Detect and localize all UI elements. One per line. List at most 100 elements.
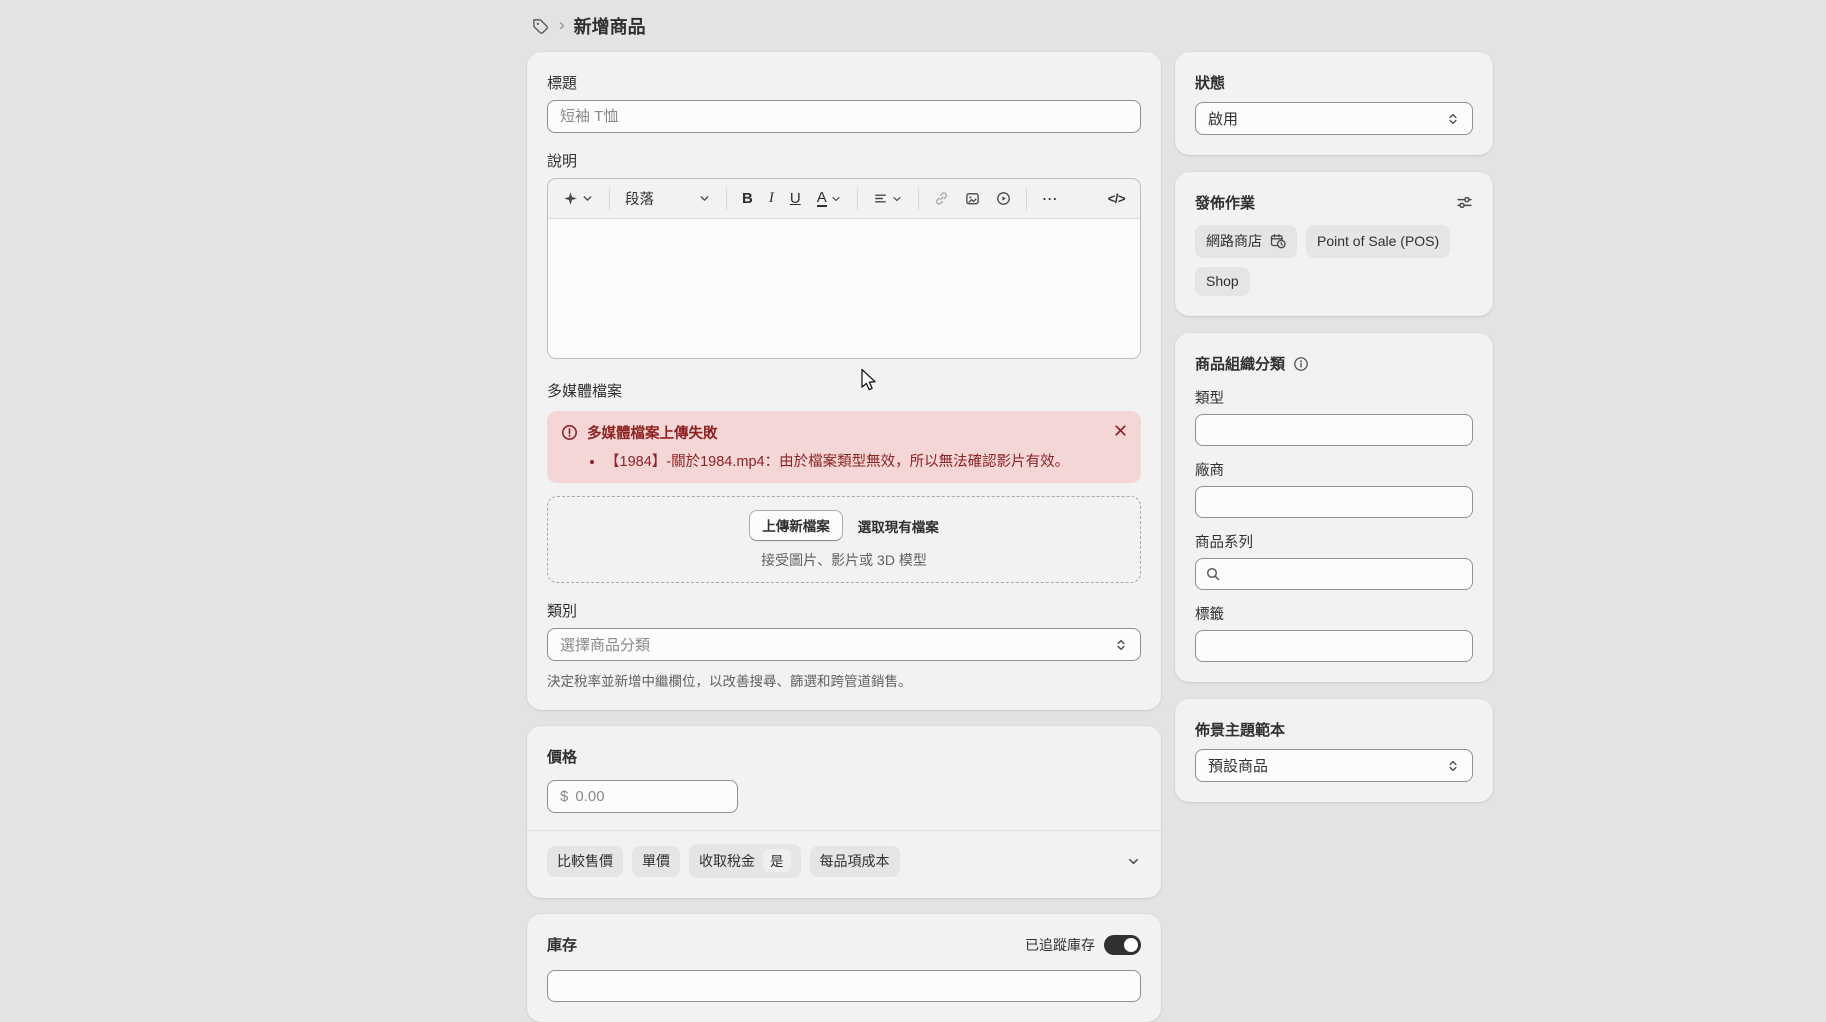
publishing-heading: 發佈作業	[1195, 192, 1255, 213]
chevron-down-icon[interactable]	[1126, 854, 1141, 869]
text-color-label: A	[817, 190, 827, 208]
alert-circle-icon	[561, 424, 578, 441]
status-value: 啟用	[1208, 108, 1238, 129]
more-options-button[interactable]: ⋯	[1037, 185, 1064, 213]
organization-card: 商品組織分類 類型 廠商 商品系列 標籤	[1175, 333, 1493, 682]
insert-video-button[interactable]	[991, 187, 1016, 210]
category-select[interactable]: 選擇商品分類	[547, 628, 1141, 661]
info-icon[interactable]	[1293, 356, 1309, 372]
tag-icon[interactable]	[531, 17, 550, 36]
media-upload-error-banner: 多媒體檔案上傳失敗 【1984】-關於1984.mp4：由於檔案類型無效，所以無…	[547, 411, 1141, 483]
status-select[interactable]: 啟用	[1195, 102, 1473, 135]
main-column: 標題 說明 段落 B I U A	[527, 52, 1161, 1022]
bold-button[interactable]: B	[737, 186, 758, 211]
organization-heading: 商品組織分類	[1195, 353, 1285, 374]
inventory-tracked-toggle[interactable]	[1104, 935, 1141, 955]
theme-template-card: 佈景主題範本 預設商品	[1175, 699, 1493, 802]
vendor-input[interactable]	[1195, 486, 1473, 518]
updown-chevron-icon	[1114, 638, 1128, 652]
calendar-clock-icon	[1270, 233, 1286, 249]
type-label: 類型	[1195, 387, 1473, 408]
inventory-input[interactable]	[547, 970, 1141, 1002]
inventory-heading: 庫存	[547, 934, 577, 955]
toolbar-divider	[726, 188, 727, 210]
page-title: 新增商品	[574, 13, 646, 39]
toolbar-divider	[918, 188, 919, 210]
sales-channels: 網路商店 Point of Sale (POS) Shop	[1195, 225, 1473, 296]
toolbar-divider	[609, 188, 610, 210]
type-input[interactable]	[1195, 414, 1473, 446]
inventory-tracked-label: 已追蹤庫存	[1025, 935, 1095, 955]
channel-label: 網路商店	[1206, 231, 1262, 251]
error-detail: 【1984】-關於1984.mp4：由於檔案類型無效，所以無法確認影片有效。	[605, 450, 1127, 471]
insert-link-button[interactable]	[929, 187, 954, 210]
channel-online-store-chip[interactable]: 網路商店	[1195, 225, 1297, 258]
underline-button[interactable]: U	[785, 186, 806, 211]
category-placeholder: 選擇商品分類	[560, 634, 650, 655]
tags-label: 標籤	[1195, 603, 1473, 624]
charge-tax-chip[interactable]: 收取稅金 是	[689, 844, 801, 878]
italic-button[interactable]: I	[764, 186, 779, 211]
category-help-text: 決定稅率並新增中繼欄位，以改善搜尋、篩選和跨管道銷售。	[547, 670, 1141, 690]
currency-prefix: $	[560, 788, 568, 805]
description-label: 說明	[547, 150, 1141, 171]
link-icon	[934, 191, 949, 206]
sliders-icon[interactable]	[1456, 194, 1473, 211]
image-icon	[965, 191, 980, 206]
side-column: 狀態 啟用 發佈作業 網路商店 Point of Sale (POS) Shop…	[1175, 52, 1493, 802]
status-card: 狀態 啟用	[1175, 52, 1493, 155]
inventory-card: 庫存 已追蹤庫存	[527, 914, 1161, 1022]
alignment-button[interactable]	[868, 187, 908, 210]
unit-price-chip[interactable]: 單價	[632, 846, 680, 877]
description-editor: 段落 B I U A	[547, 178, 1141, 359]
channel-shop-chip[interactable]: Shop	[1195, 267, 1250, 296]
price-input[interactable]	[575, 788, 725, 805]
collections-search-input[interactable]	[1195, 558, 1473, 590]
theme-template-select[interactable]: 預設商品	[1195, 749, 1473, 782]
toolbar-divider	[1026, 188, 1027, 210]
chevron-down-icon	[830, 193, 842, 205]
cost-per-item-chip[interactable]: 每品項成本	[810, 846, 900, 877]
close-icon[interactable]	[1112, 422, 1129, 439]
title-label: 標題	[547, 72, 1141, 93]
breadcrumb-separator: ›	[559, 15, 565, 35]
theme-template-value: 預設商品	[1208, 755, 1268, 776]
compare-at-price-chip[interactable]: 比較售價	[547, 846, 623, 877]
chevron-down-icon	[891, 193, 903, 205]
toolbar-divider	[857, 188, 858, 210]
chevron-down-icon	[581, 192, 594, 205]
title-input[interactable]	[547, 100, 1141, 133]
channel-pos-chip[interactable]: Point of Sale (POS)	[1306, 225, 1450, 258]
divider	[527, 830, 1161, 831]
product-details-card: 標題 說明 段落 B I U A	[527, 52, 1161, 710]
description-textarea[interactable]	[548, 219, 1140, 358]
tags-input[interactable]	[1195, 630, 1473, 662]
insert-image-button[interactable]	[960, 187, 985, 210]
ai-assist-button[interactable]	[558, 187, 599, 210]
updown-chevron-icon	[1446, 112, 1460, 126]
media-label: 多媒體檔案	[547, 380, 1141, 401]
charge-tax-value: 是	[763, 849, 791, 872]
show-html-button[interactable]: </>	[1103, 187, 1130, 210]
category-label: 類別	[547, 600, 1141, 621]
sparkle-icon	[563, 191, 578, 206]
text-color-button[interactable]: A	[812, 186, 847, 212]
status-label: 狀態	[1195, 72, 1473, 93]
paragraph-style-label: 段落	[625, 188, 654, 209]
error-title: 多媒體檔案上傳失敗	[587, 422, 718, 443]
pricing-card: 價格 $ 比較售價 單價 收取稅金 是 每品項成本	[527, 726, 1161, 898]
align-icon	[873, 191, 888, 206]
pricing-options-row: 比較售價 單價 收取稅金 是 每品項成本	[547, 844, 1141, 878]
pricing-heading: 價格	[547, 746, 1141, 767]
upload-new-file-button[interactable]: 上傳新檔案	[749, 510, 843, 541]
select-existing-file-button[interactable]: 選取現有檔案	[858, 516, 939, 536]
price-field[interactable]: $	[547, 780, 738, 813]
media-dropzone[interactable]: 上傳新檔案 選取現有檔案 接受圖片、影片或 3D 模型	[547, 496, 1141, 583]
theme-template-heading: 佈景主題範本	[1195, 719, 1473, 740]
toggle-knob	[1124, 938, 1138, 952]
collections-label: 商品系列	[1195, 531, 1473, 552]
media-hint: 接受圖片、影片或 3D 模型	[548, 550, 1140, 570]
editor-toolbar: 段落 B I U A	[548, 179, 1140, 219]
add-product-page: { "colors": { "page_bg": "#e3e3e3", "car…	[0, 0, 1826, 890]
paragraph-style-dropdown[interactable]: 段落	[620, 184, 716, 213]
